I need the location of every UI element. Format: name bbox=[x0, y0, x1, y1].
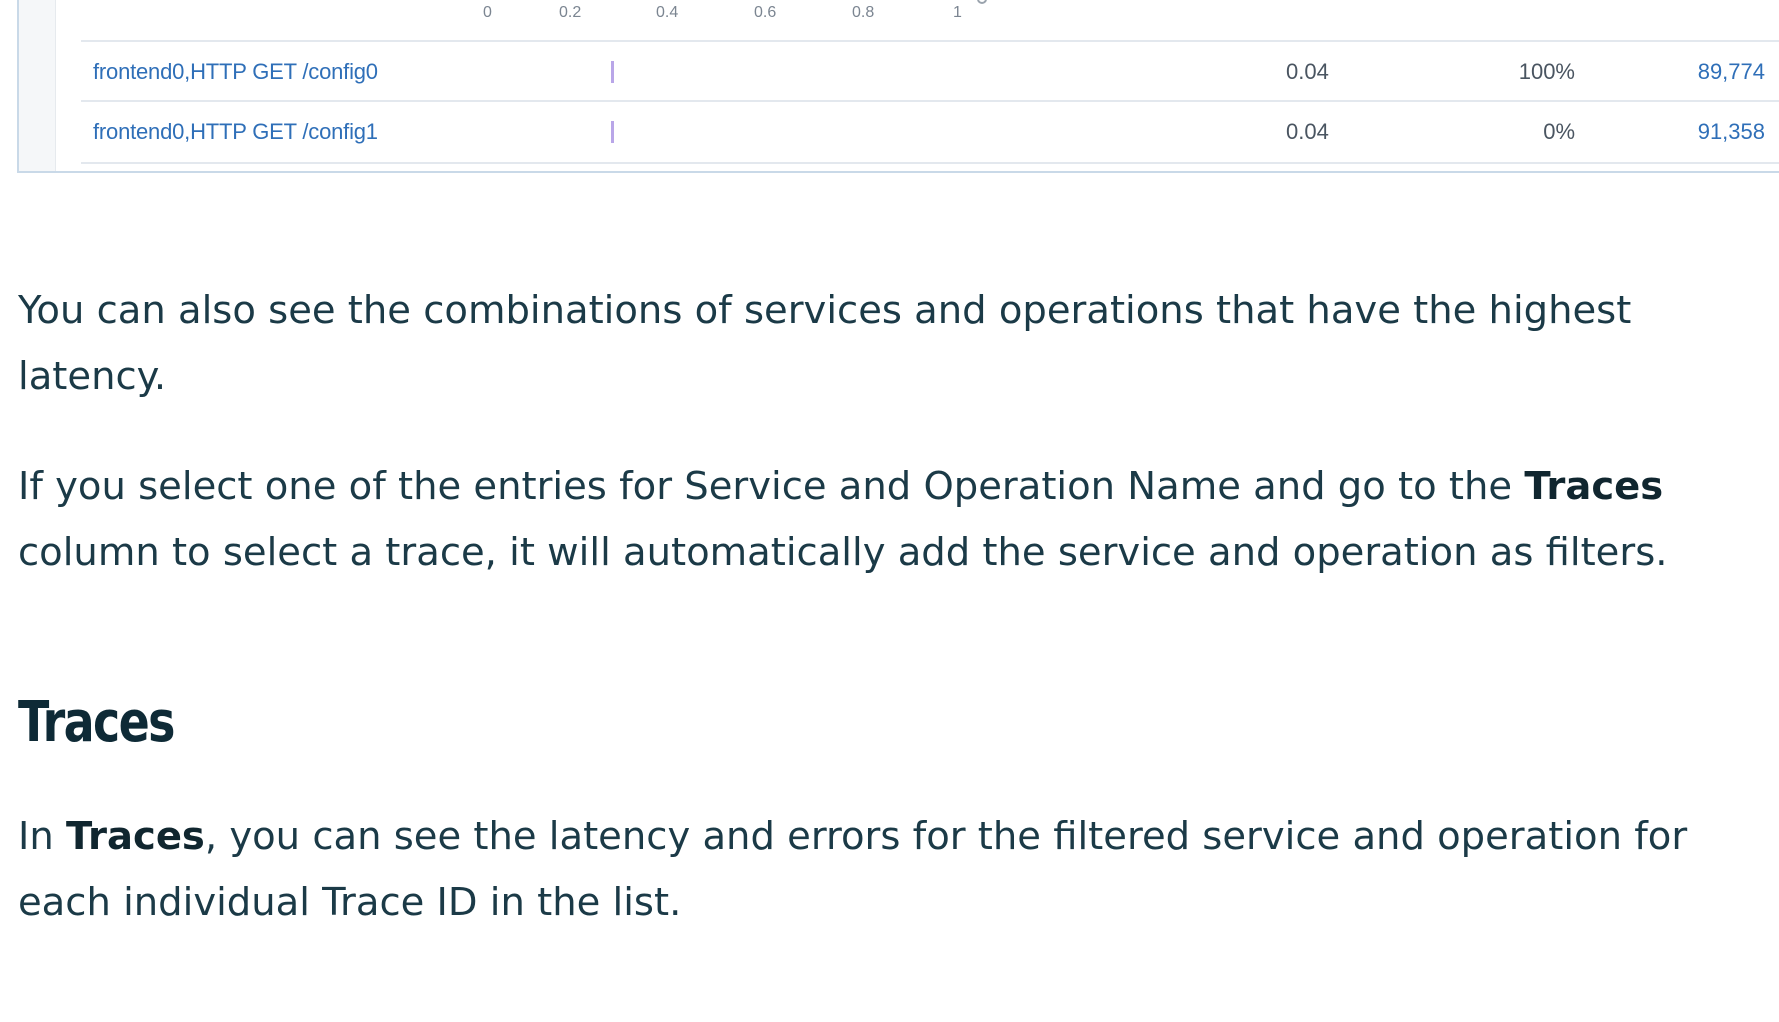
traces-emphasis: Traces bbox=[1524, 464, 1664, 509]
latency-value: 0.04 bbox=[1286, 59, 1329, 84]
latency-bar bbox=[611, 61, 614, 83]
section-heading-traces: Traces bbox=[18, 690, 175, 755]
axis-marker-icon bbox=[977, 0, 987, 4]
axis-tick: 0.4 bbox=[656, 4, 679, 21]
table-row[interactable]: frontend0,HTTP GET /config1 0.04 0% 91,3… bbox=[81, 100, 1779, 164]
axis-tick: 0.6 bbox=[754, 4, 777, 21]
paragraph-text: , you can see the latency and errors for… bbox=[18, 814, 1688, 925]
latency-value: 0.04 bbox=[1286, 119, 1329, 144]
paragraph-select-entries: If you select one of the entries for Ser… bbox=[18, 454, 1758, 586]
paragraph-text: In bbox=[18, 814, 66, 859]
requests-link[interactable]: 89,774 bbox=[1698, 59, 1765, 85]
error-rate-value: 0% bbox=[1543, 119, 1575, 144]
axis-tick: 0.2 bbox=[559, 4, 582, 21]
paragraph-traces-description: In Traces, you can see the latency and e… bbox=[18, 804, 1758, 936]
paragraph-text: If you select one of the entries for Ser… bbox=[18, 464, 1525, 509]
latency-axis: 0 0.2 0.4 0.6 0.8 1 bbox=[19, 0, 1779, 36]
traces-emphasis: Traces bbox=[66, 814, 205, 859]
paragraph-highest-latency: You can also see the combinations of ser… bbox=[18, 288, 1632, 399]
operation-link[interactable]: frontend0,HTTP GET /config0 bbox=[93, 59, 378, 85]
error-rate-value: 100% bbox=[1518, 59, 1575, 84]
paragraph-text: column to select a trace, it will automa… bbox=[18, 530, 1668, 575]
operation-link[interactable]: frontend0,HTTP GET /config1 bbox=[93, 119, 378, 145]
axis-tick: 0.8 bbox=[852, 4, 875, 21]
latency-bar bbox=[611, 121, 614, 143]
axis-tick: 1 bbox=[953, 4, 962, 21]
table-row[interactable]: frontend0,HTTP GET /config0 0.04 100% 89… bbox=[81, 40, 1779, 102]
requests-link[interactable]: 91,358 bbox=[1698, 119, 1765, 145]
embedded-screenshot: 0 0.2 0.4 0.6 0.8 1 frontend0,HTTP GET /… bbox=[17, 0, 1779, 173]
axis-tick: 0 bbox=[483, 4, 492, 21]
